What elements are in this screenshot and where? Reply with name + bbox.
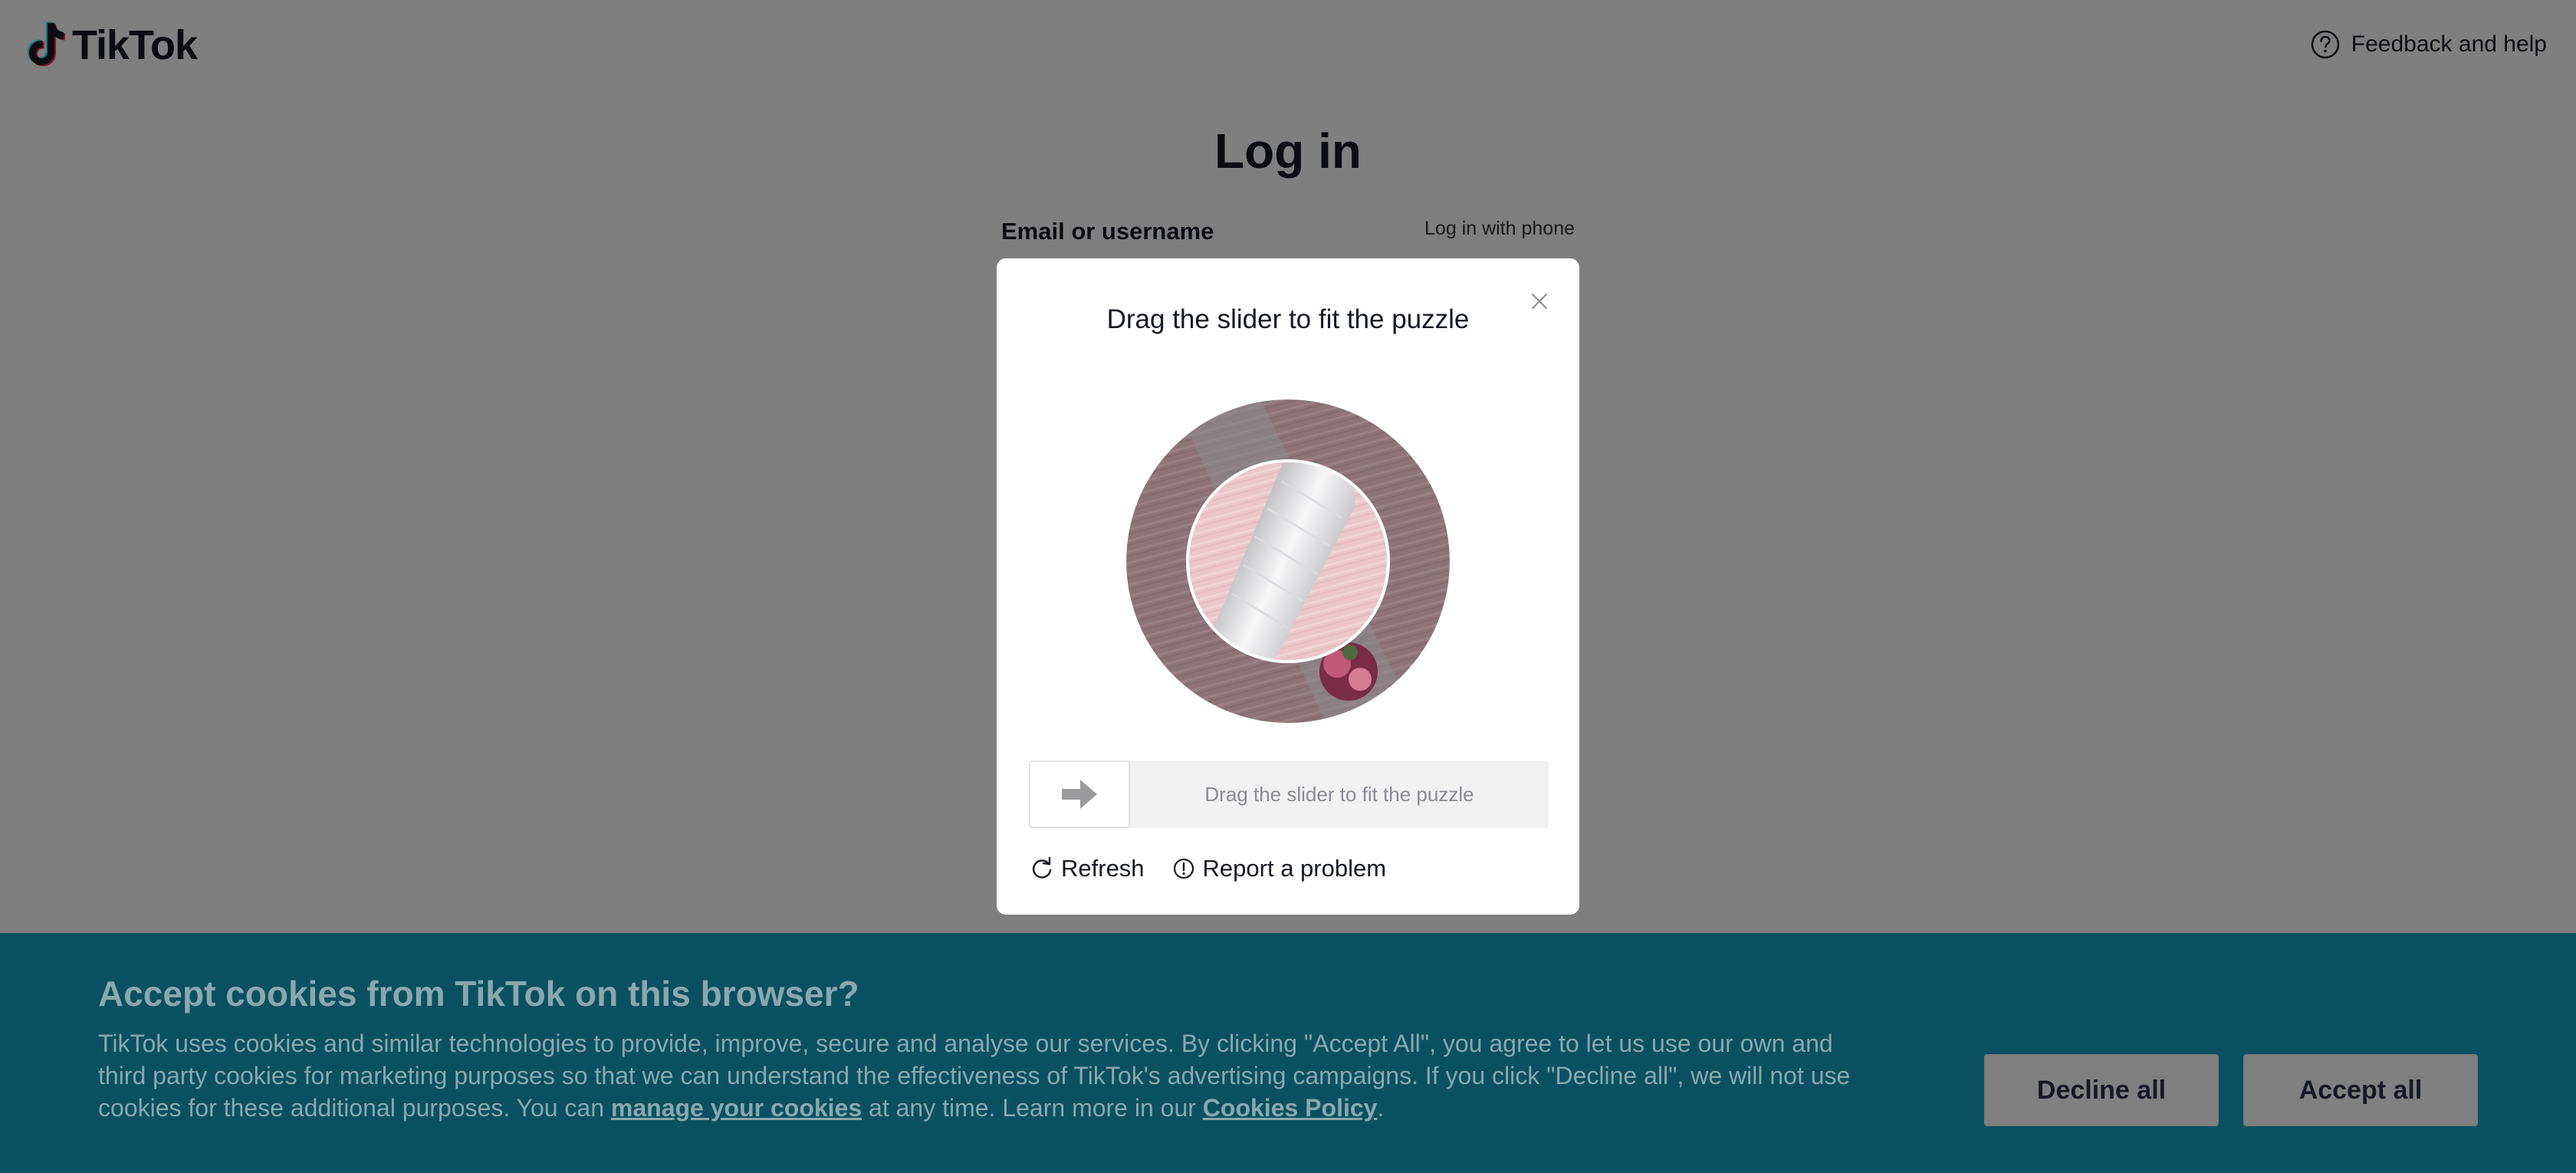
captcha-actions: Refresh Report a problem [1030,855,1386,882]
refresh-label: Refresh [1061,855,1145,882]
cookie-banner: Accept cookies from TikTok on this brows… [0,933,2576,1173]
cookie-middle-text: at any time. Learn more in our [862,1094,1203,1122]
arrow-right-icon [1062,780,1097,809]
close-icon [1532,294,1547,309]
captcha-slider-track[interactable]: Drag the slider to fit the puzzle [1029,761,1549,828]
captcha-modal: Drag the slider to fit the puzzle Drag t… [997,258,1579,915]
report-problem-button[interactable]: Report a problem [1172,855,1387,882]
captcha-puzzle-image [1126,399,1450,723]
refresh-icon [1032,857,1052,879]
cookie-banner-text: TikTok uses cookies and similar technolo… [98,1027,1854,1124]
manage-cookies-link[interactable]: manage your cookies [611,1094,862,1122]
cookie-banner-title: Accept cookies from TikTok on this brows… [98,974,859,1014]
close-button[interactable] [1523,284,1556,318]
accept-all-button[interactable]: Accept all [2243,1054,2478,1126]
report-problem-label: Report a problem [1202,855,1387,882]
captcha-title: Drag the slider to fit the puzzle [1106,304,1470,334]
cookie-end-text: . [1377,1094,1385,1122]
decline-all-button[interactable]: Decline all [1984,1054,2219,1126]
slider-hint: Drag the slider to fit the puzzle [1204,783,1474,806]
refresh-button[interactable]: Refresh [1030,855,1145,882]
cookies-policy-link[interactable]: Cookies Policy [1203,1094,1378,1122]
slider-handle[interactable] [1029,761,1130,828]
alert-circle-icon [1173,858,1194,879]
